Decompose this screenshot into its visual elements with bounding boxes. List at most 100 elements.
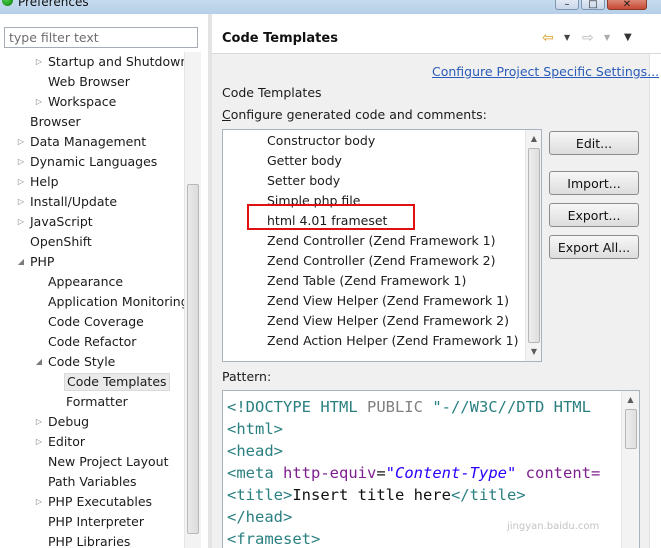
template-list[interactable]: Constructor body Getter body Setter body Si…: [222, 129, 542, 362]
scroll-up-icon[interactable]: ▲: [526, 131, 541, 147]
code-token: PUBLIC: [366, 398, 433, 416]
page-navigation: ⇦ ▼ ⇨ ▼ ▼: [542, 28, 652, 48]
preferences-tree: ▷ Startup and Shutdown Web Browser ▷ Workspa…: [0, 52, 184, 548]
template-item[interactable]: Zend Table (Zend Framework 1): [267, 271, 466, 291]
scroll-up-icon[interactable]: ▲: [622, 392, 639, 408]
import-button[interactable]: Import...: [549, 171, 639, 195]
right-edge-panel: [649, 54, 661, 548]
code-token: Insert title here: [292, 486, 451, 504]
collapsed-arrow-icon[interactable]: ▷: [34, 413, 44, 431]
tree-item-label: Code Templates: [64, 373, 170, 391]
tree-item-label: Web Browser: [48, 74, 130, 89]
pattern-scrollbar[interactable]: ▲: [621, 391, 639, 548]
tree-item-label: Path Variables: [48, 474, 137, 489]
tree-item-label: Formatter: [66, 394, 128, 409]
collapsed-arrow-icon[interactable]: ▷: [16, 173, 26, 191]
chevron-down-icon[interactable]: ▼: [604, 28, 610, 48]
tree-item-label: New Project Layout: [48, 454, 169, 469]
code-token: <meta: [227, 464, 283, 482]
collapsed-arrow-icon[interactable]: ▷: [34, 433, 44, 451]
scroll-down-icon[interactable]: ▼: [526, 344, 541, 360]
tree-item-label: Editor: [48, 434, 85, 449]
code-token: <frameset>: [227, 530, 321, 548]
watermark: jingyan.baidu.com: [507, 521, 600, 532]
code-token: "-//W3C//DTD HTML: [432, 398, 591, 416]
chevron-down-icon[interactable]: ▼: [564, 28, 570, 48]
tree-item-label: Workspace: [48, 94, 117, 109]
configure-project-settings-link[interactable]: Configure Project Specific Settings...: [432, 64, 659, 79]
expanded-arrow-icon[interactable]: ◢: [16, 253, 26, 271]
maximize-button[interactable]: □: [581, 0, 605, 10]
filter-input[interactable]: [4, 27, 198, 48]
collapsed-arrow-icon[interactable]: ▷: [16, 193, 26, 211]
template-item[interactable]: Zend View Helper (Zend Framework 2): [267, 311, 509, 331]
tree-item-label: Appearance: [48, 274, 124, 289]
edit-button[interactable]: Edit...: [549, 131, 639, 155]
tree-item-label: Install/Update: [30, 194, 118, 209]
tree-item-label: Browser: [30, 114, 81, 129]
tree-item-label: PHP Libraries: [48, 534, 131, 548]
template-item[interactable]: Zend View Helper (Zend Framework 1): [267, 291, 509, 311]
export-button[interactable]: Export...: [549, 203, 639, 227]
tree-item-label: PHP Executables: [48, 494, 153, 509]
tree-item-label: Data Management: [30, 134, 147, 149]
code-line: <head>: [227, 440, 283, 462]
code-token: <!DOCTYPE HTML: [227, 398, 367, 416]
preference-page: Code Templates ⇦ ▼ ⇨ ▼ ▼ Configure Proje…: [212, 14, 661, 548]
view-menu-icon[interactable]: ▼: [624, 28, 632, 48]
code-line: <!DOCTYPE HTML PUBLIC "-//W3C//DTD HTML: [227, 396, 591, 418]
page-title: Code Templates: [222, 31, 338, 46]
tree-scrollbar-thumb[interactable]: [187, 184, 199, 534]
template-item[interactable]: Getter body: [267, 151, 342, 171]
window-controls: – □ ✕: [555, 0, 647, 10]
minimize-button[interactable]: –: [555, 0, 579, 10]
template-item[interactable]: Zend Controller (Zend Framework 2): [267, 251, 496, 271]
right-arrow-icon[interactable]: ⇨: [582, 28, 594, 48]
left-arrow-icon[interactable]: ⇦: [542, 28, 554, 48]
section-label: Code Templates: [222, 85, 322, 100]
template-list-scrollbar[interactable]: ▲ ▼: [525, 130, 541, 361]
tree-item-label: Code Style: [48, 354, 116, 369]
code-token: content=: [516, 464, 601, 482]
tree-item-label: JavaScript: [30, 214, 93, 229]
code-token: =: [376, 464, 386, 482]
code-line: <html>: [227, 418, 283, 440]
code-token: "Content-Type": [385, 464, 517, 482]
export-all-button[interactable]: Export All...: [549, 235, 639, 259]
tree-item-label: Application Monitoring: [48, 294, 184, 309]
template-item[interactable]: Zend Controller (Zend Framework 1): [267, 231, 496, 251]
tree-item-label: Help: [30, 174, 59, 189]
window-title: Preferences: [18, 0, 89, 9]
close-button[interactable]: ✕: [607, 0, 647, 10]
tree-item-label: Code Coverage: [48, 314, 144, 329]
eclipse-app-icon: [2, 0, 13, 6]
tree-item-label: Startup and Shutdown: [48, 54, 184, 69]
code-token: </title>: [450, 486, 526, 504]
code-token: </head>: [227, 508, 293, 526]
expanded-arrow-icon[interactable]: ◢: [34, 353, 44, 371]
collapsed-arrow-icon[interactable]: ▷: [16, 213, 26, 231]
tree-item-label: OpenShift: [30, 234, 92, 249]
preferences-tree-pane: ▷ Startup and Shutdown Web Browser ▷ Workspa…: [0, 14, 208, 548]
code-token: <html>: [227, 420, 283, 438]
section-description-text: onfigure generated code and comments:: [230, 107, 487, 122]
template-item[interactable]: Setter body: [267, 171, 340, 191]
template-item[interactable]: Zend Action Helper (Zend Framework 1): [267, 331, 518, 351]
code-token: http-equiv: [283, 464, 377, 482]
collapsed-arrow-icon[interactable]: ▷: [34, 493, 44, 511]
tree-scrollbar[interactable]: [184, 52, 201, 548]
template-list-scrollbar-thumb[interactable]: [528, 148, 540, 343]
pattern-label: Pattern:: [222, 369, 272, 384]
tree-item-label: Code Refactor: [48, 334, 137, 349]
highlight-box: [247, 204, 415, 230]
code-token: <title>: [227, 486, 293, 504]
pattern-scrollbar-thumb[interactable]: [625, 409, 637, 449]
collapsed-arrow-icon[interactable]: ▷: [34, 53, 44, 71]
collapsed-arrow-icon[interactable]: ▷: [34, 93, 44, 111]
template-item[interactable]: Constructor body: [267, 131, 375, 151]
collapsed-arrow-icon[interactable]: ▷: [16, 133, 26, 151]
collapsed-arrow-icon[interactable]: ▷: [16, 153, 26, 171]
window-titlebar: Preferences – □ ✕: [0, 0, 661, 14]
code-line: </head>: [227, 506, 292, 528]
tree-item-label: PHP: [30, 254, 55, 269]
